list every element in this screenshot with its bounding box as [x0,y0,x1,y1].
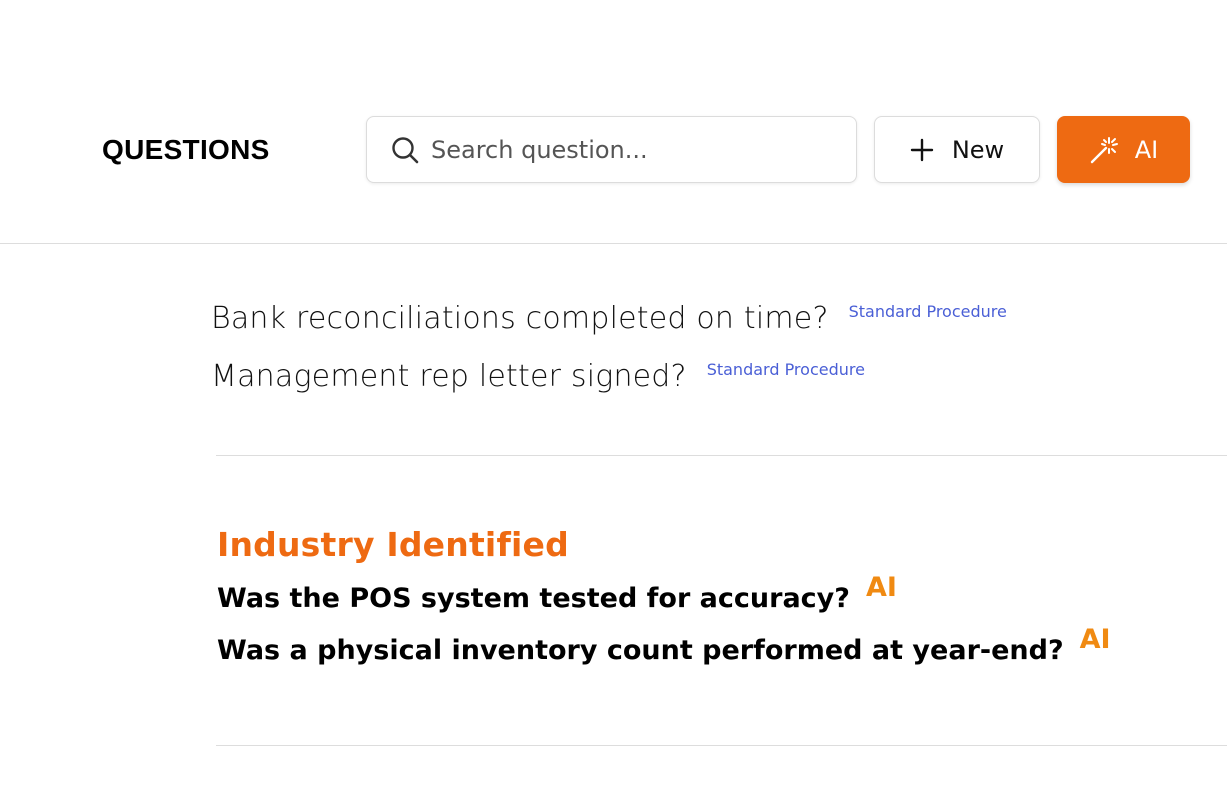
question-text: Management rep letter signed? [211,359,687,394]
plus-icon [910,138,934,161]
section-divider [216,745,1227,746]
list-item[interactable]: Was the POS system tested for accuracy? … [217,572,1111,630]
search-input[interactable] [429,134,833,165]
industry-questions-list: Was the POS system tested for accuracy? … [217,572,1111,682]
ai-tag: AI [865,572,897,603]
question-text: Was a physical inventory count performed… [217,635,1064,666]
new-question-button[interactable]: New [874,116,1040,183]
question-text: Bank reconciliations completed on time? [211,301,829,336]
list-item[interactable]: Was a physical inventory count performed… [217,624,1111,682]
magic-wand-icon [1090,136,1118,163]
search-box[interactable] [366,116,857,183]
ai-generate-button[interactable]: AI [1057,116,1190,183]
search-icon [392,136,419,163]
ai-tag: AI [1079,624,1111,655]
list-item[interactable]: Management rep letter signed? Standard P… [211,356,1007,414]
standard-procedure-tag: Standard Procedure [848,302,1007,321]
standard-procedure-tag: Standard Procedure [706,360,865,379]
ai-button-label: AI [1134,135,1159,164]
standard-questions-list: Bank reconciliations completed on time? … [211,298,1007,414]
page-title: QUESTIONS [102,134,270,165]
new-button-label: New [951,135,1005,164]
question-text: Was the POS system tested for accuracy? [217,583,850,614]
industry-section-title: Industry Identified [217,525,569,564]
list-item[interactable]: Bank reconciliations completed on time? … [211,298,1007,356]
header-divider [0,243,1227,244]
questions-page: QUESTIONS New AI Bank reconciliat [0,0,1227,812]
section-divider [216,455,1227,456]
